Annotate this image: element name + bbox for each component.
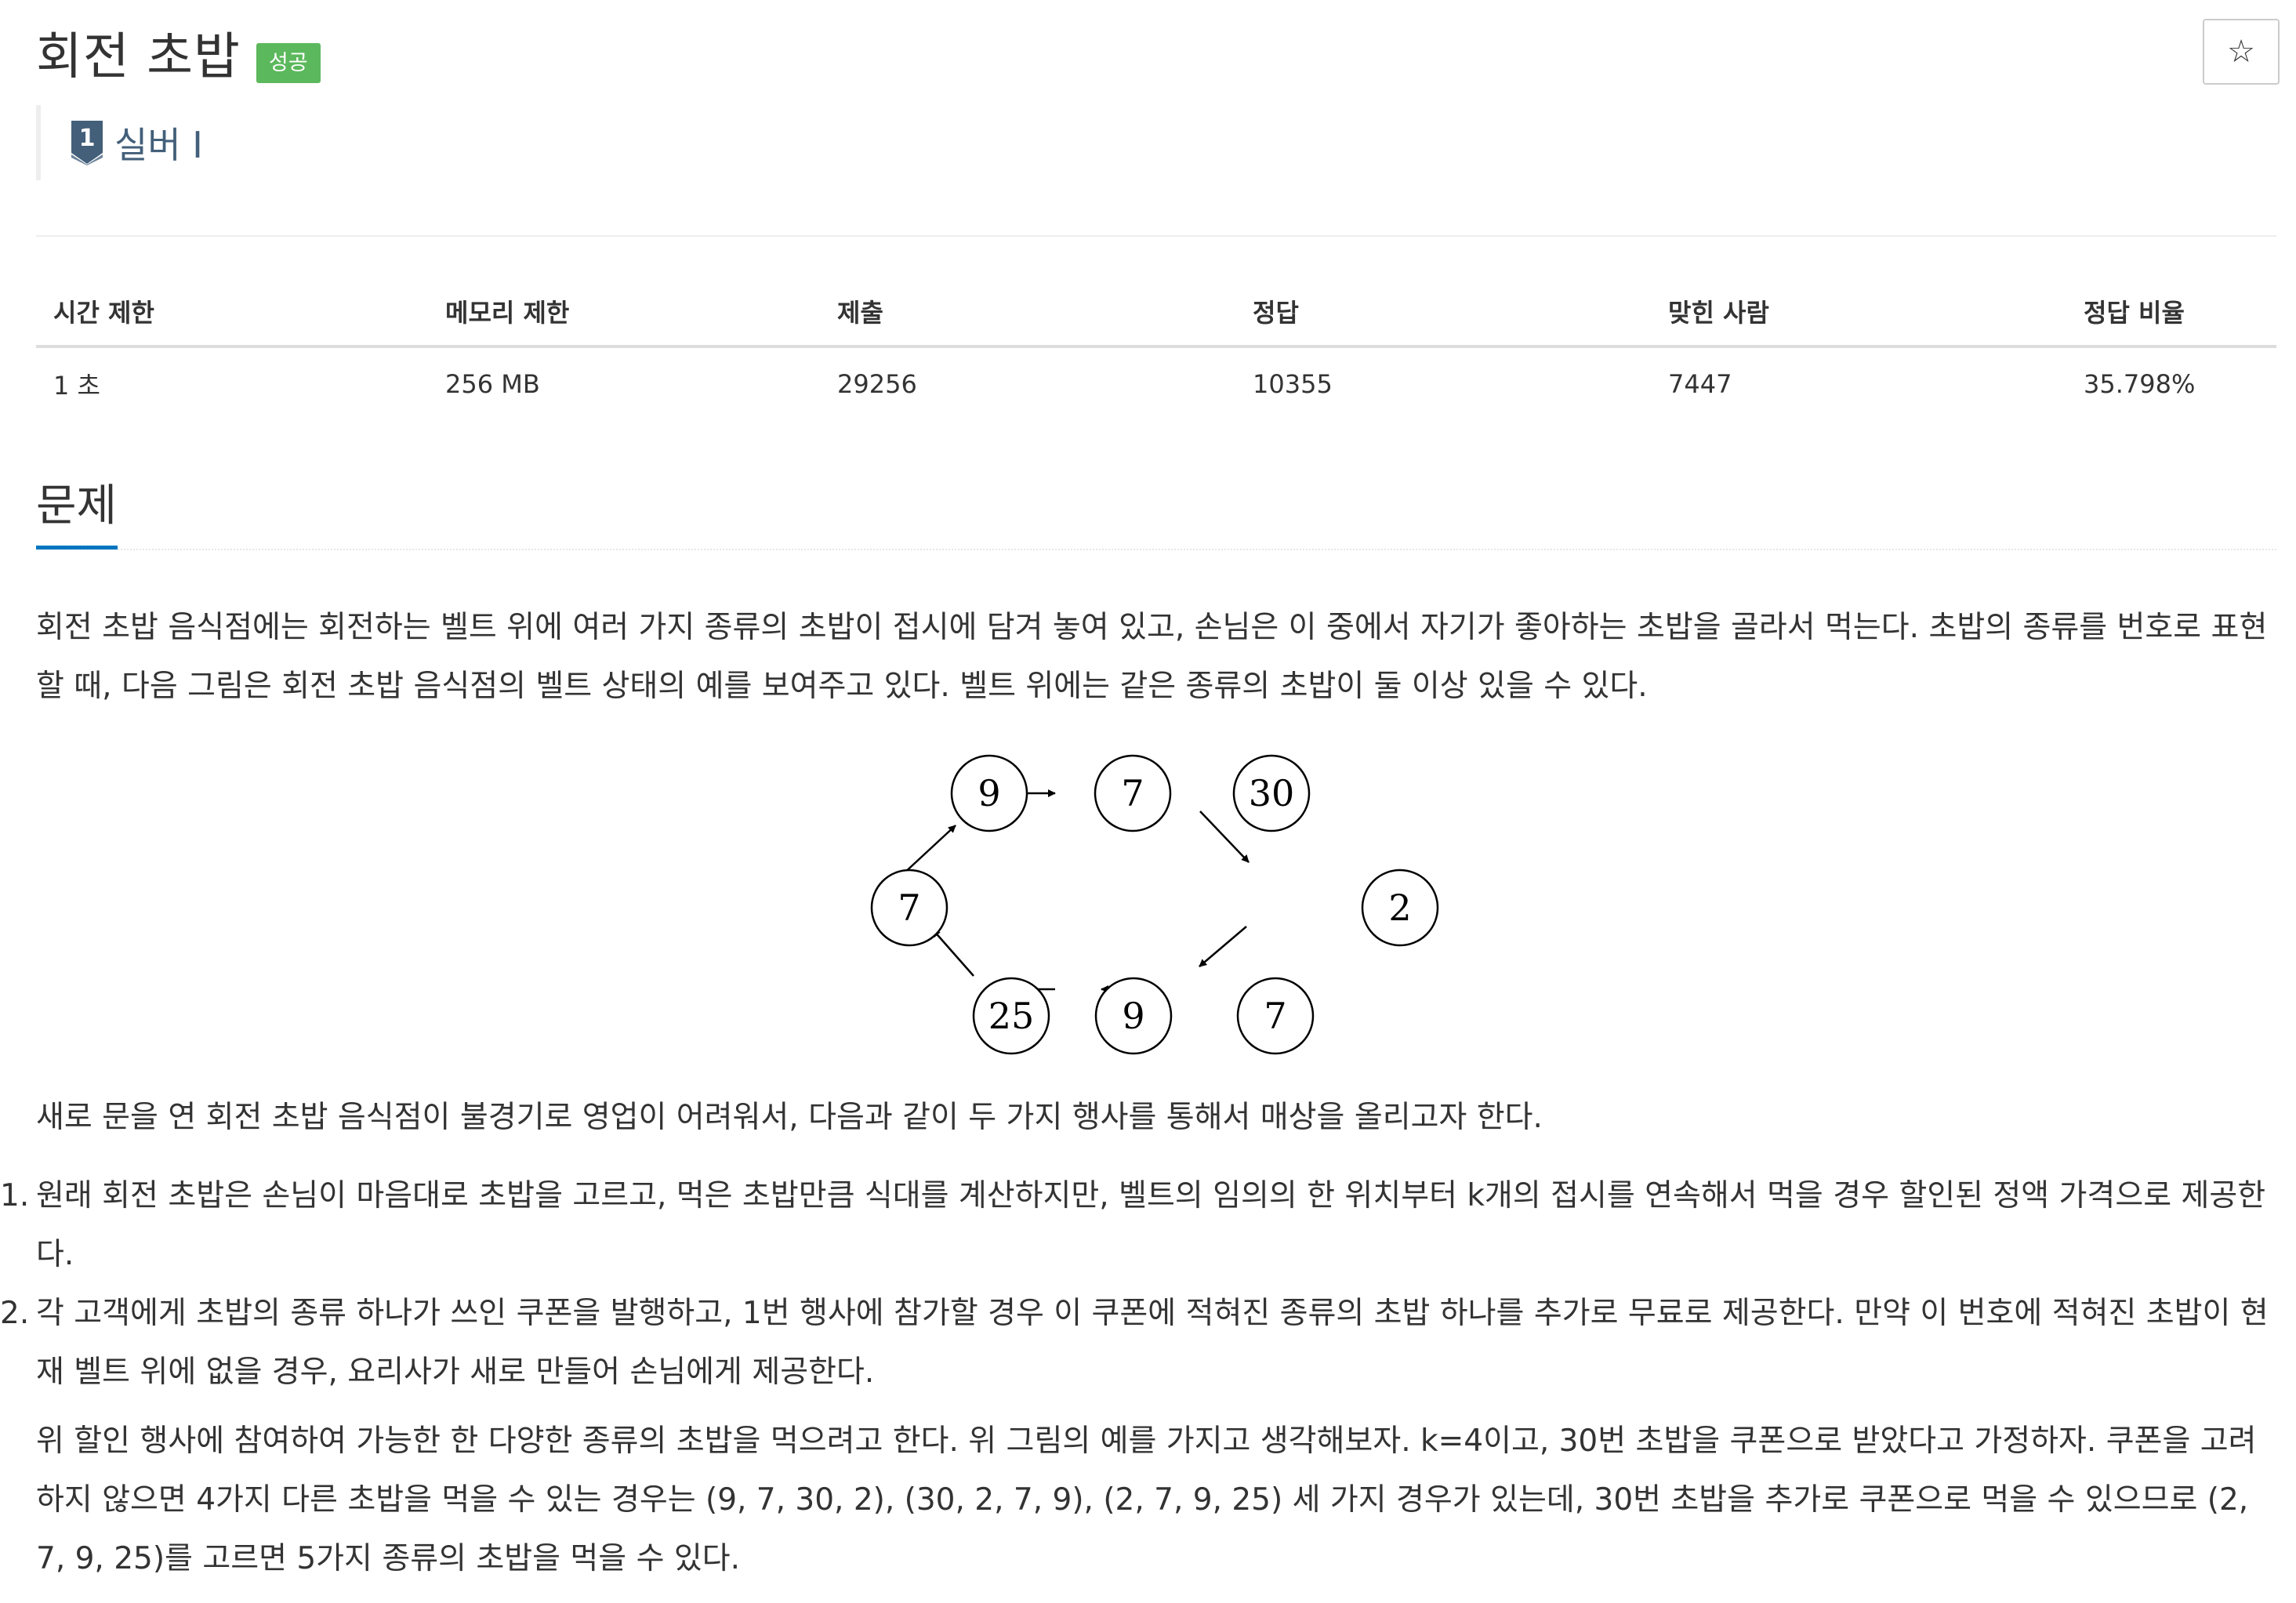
cell-time-limit: 1 초: [53, 371, 100, 401]
belt-arrow: [1199, 811, 1250, 863]
section-underline: [36, 546, 118, 549]
belt-node: 9: [950, 754, 1028, 832]
title-row: 회전 초밥 성공: [36, 17, 321, 88]
section-divider: [36, 549, 2276, 550]
problem-paragraph-1: 회전 초밥 음식점에는 회전하는 벨트 위에 여러 가지 종류의 초밥이 접시에…: [36, 610, 2268, 704]
problem-paragraph-3: 위 할인 행사에 참여하여 가능한 한 다양한 종류의 초밥을 먹으려고 한다.…: [36, 1423, 2257, 1576]
list-number: 1.: [0, 1178, 30, 1213]
node-label: 9: [1122, 995, 1144, 1037]
star-icon: ☆: [2227, 34, 2255, 70]
cell-accept-ratio: 35.798%: [2084, 369, 2196, 399]
cell-solved-users: 7447: [1668, 369, 1732, 399]
tier-block[interactable]: 1 실버 I: [36, 105, 203, 180]
belt-arrow: [901, 825, 956, 876]
belt-node: 2: [1361, 869, 1439, 947]
list-item: 1. 원래 회전 초밥은 손님이 마음대로 초밥을 고르고, 먹은 초밥만큼 식…: [0, 1166, 2276, 1284]
list-number: 2.: [0, 1296, 30, 1331]
sushi-belt-diagram: 9 7 30 2 7 9 25 7: [870, 754, 1439, 1055]
problem-page: 회전 초밥 성공 ☆ 1 실버 I 시간 제한 메모리 제한 제출 정답 맞힌 …: [0, 0, 2296, 1603]
favorite-button[interactable]: ☆: [2203, 19, 2280, 85]
list-text: 원래 회전 초밥은 손님이 마음대로 초밥을 고르고, 먹은 초밥만큼 식대를 …: [36, 1178, 2266, 1272]
belt-arrow: [1199, 926, 1247, 967]
header-accept-ratio: 정답 비율: [2066, 277, 2276, 348]
belt-node: 30: [1232, 754, 1311, 832]
cell-submissions: 29256: [837, 369, 917, 399]
cell-memory-limit: 256 MB: [445, 369, 540, 399]
belt-node: 25: [972, 977, 1050, 1055]
node-label: 7: [898, 887, 920, 929]
header-time-limit: 시간 제한: [36, 277, 428, 348]
tier-number: 1: [79, 125, 96, 152]
belt-node: 9: [1094, 977, 1173, 1055]
tier-shield-icon: 1: [71, 121, 103, 165]
list-item: 2. 각 고객에게 초밥의 종류 하나가 쓰인 쿠폰을 발행하고, 1번 행사에…: [0, 1284, 2276, 1402]
problem-paragraph-2: 새로 문을 연 회전 초밥 음식점이 불경기로 영업이 어려워서, 다음과 같이…: [36, 1100, 1543, 1135]
table-header-row: 시간 제한 메모리 제한 제출 정답 맞힌 사람 정답 비율: [36, 277, 2276, 348]
problem-title: 회전 초밥: [36, 28, 241, 86]
table-row: 1 초 256 MB 29256 10355 7447 35.798%: [36, 346, 2276, 420]
divider: [36, 235, 2276, 237]
node-label: 2: [1388, 887, 1411, 929]
header-solved-users[interactable]: 맞힌 사람: [1651, 277, 2066, 348]
node-label: 7: [1121, 772, 1144, 814]
header-memory-limit: 메모리 제한: [428, 277, 820, 348]
belt-node: 7: [1236, 977, 1315, 1055]
tier-label: 실버 I: [114, 124, 203, 166]
header-accepted[interactable]: 정답: [1235, 277, 1651, 348]
section-title: 문제: [36, 481, 118, 531]
belt-arrow: [932, 929, 974, 977]
belt-node: 7: [870, 869, 949, 947]
node-label: 9: [978, 772, 1000, 814]
node-label: 30: [1249, 772, 1295, 814]
cell-accepted: 10355: [1253, 369, 1333, 399]
header-submissions[interactable]: 제출: [820, 277, 1235, 348]
belt-node: 7: [1094, 754, 1172, 832]
event-list: 1. 원래 회전 초밥은 손님이 마음대로 초밥을 고르고, 먹은 초밥만큼 식…: [0, 1166, 2276, 1402]
list-text: 각 고객에게 초밥의 종류 하나가 쓰인 쿠폰을 발행하고, 1번 행사에 참가…: [36, 1296, 2269, 1390]
node-label: 7: [1264, 995, 1286, 1037]
node-label: 25: [988, 995, 1035, 1037]
status-badge: 성공: [256, 42, 321, 83]
problem-info-table: 시간 제한 메모리 제한 제출 정답 맞힌 사람 정답 비율 1 초 256 M…: [36, 277, 2276, 420]
